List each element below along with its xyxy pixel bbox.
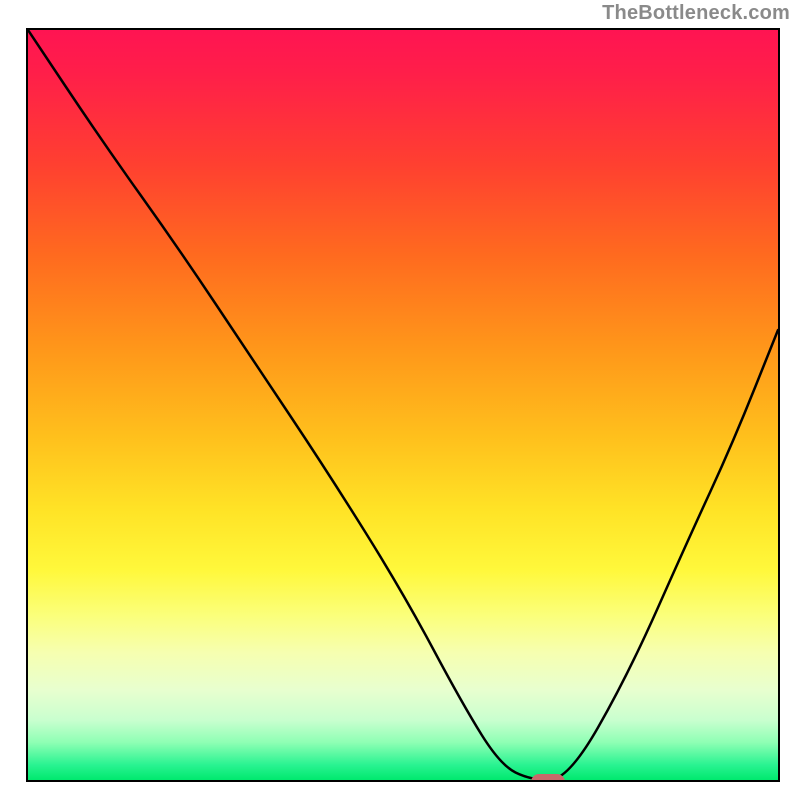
bottleneck-curve [28, 30, 778, 780]
attribution-text: TheBottleneck.com [602, 2, 790, 25]
optimal-marker [531, 774, 565, 782]
chart-plot-area [26, 28, 780, 782]
